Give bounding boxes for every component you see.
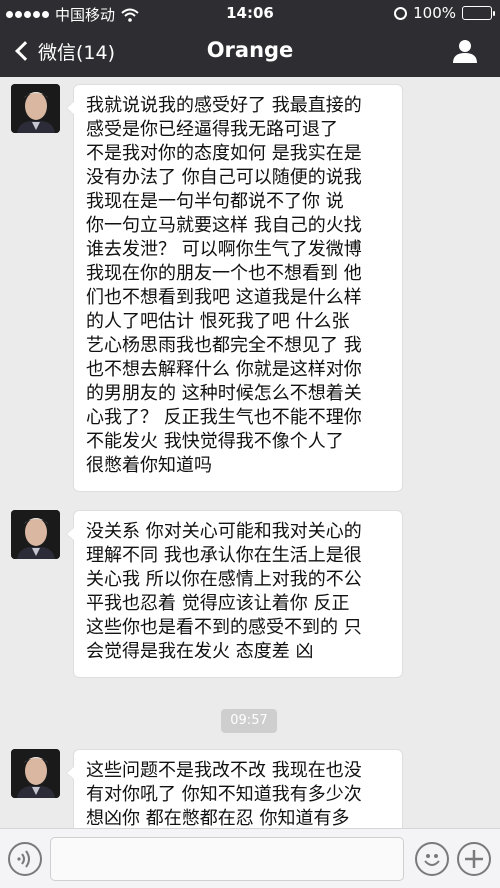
timestamp-chip: 09:57 [221,709,277,733]
message-line: 不能发火 我快觉得我不像个人了 [86,431,344,452]
message-line: 的人了吧估计 恨死我了吧 什么张 [86,311,350,332]
message-bubble[interactable]: 没关系 你对关心可能和我对关心的 理解不同 我也承认你在生活上是很 关心我 所以… [66,510,403,678]
message-line: 很憋着你知道吗 [86,455,212,476]
voice-icon [17,850,30,868]
rotation-lock-icon [394,6,408,20]
message-line: 没有办法了 你自己可以随便的说我 [86,167,362,188]
message-line: 这些问题不是我改不改 我现在也没 [86,760,362,781]
message-line: 艺心杨思雨我也都完全不想见了 我 [86,335,362,356]
battery-icon [462,6,495,20]
message-line: 我现在你的朋友一个也不想看到 他 [86,263,362,284]
avatar[interactable] [11,84,60,133]
input-bar [0,828,500,888]
message-line: 有对你吼了 你知不知道我有多少次 [86,784,362,805]
contact-info-icon[interactable] [452,38,478,64]
status-right: 100% [394,4,495,22]
more-button[interactable] [457,842,491,876]
message-line: 平我也忍着 觉得应该让着你 反正 [86,593,350,614]
message-line: 你一句立马就要这样 我自己的火找 [86,215,362,236]
message-bubble[interactable]: 这些问题不是我改不改 我现在也没 有对你吼了 你知不知道我有多少次 想凶你 都在… [66,749,403,828]
message-line: 谁去发泄？ 可以啊你生气了发微博 [86,239,362,260]
status-bar: 中国移动 14:06 100% [0,0,500,26]
battery-percent: 100% [413,4,456,22]
emoji-icon [424,854,440,866]
avatar[interactable] [11,510,60,559]
message-line: 我就说说我的感受好了 我最直接的 [86,95,362,116]
chat-area[interactable]: 我就说说我的感受好了 我最直接的 感受是你已经逼得我无路可退了 不是我对你的态度… [0,77,500,828]
message-bubble[interactable]: 我就说说我的感受好了 我最直接的 感受是你已经逼得我无路可退了 不是我对你的态度… [66,84,403,492]
message-line: 我现在是一句半句都说不了你 说 [86,191,344,212]
message-line: 没关系 你对关心可能和我对关心的 [86,521,362,542]
avatar[interactable] [11,749,60,798]
emoji-button[interactable] [415,842,449,876]
message-line: 想凶你 都在憋都在忍 你知道有多 [86,808,350,828]
nav-bar: 微信(14) Orange [0,26,500,77]
top-bar: 中国移动 14:06 100% 微信(14) Orange [0,0,500,77]
message-line: 会觉得是我在发火 态度差 凶 [86,641,314,662]
message-line: 不是我对你的态度如何 是我实在是 [86,143,362,164]
plus-icon [465,850,483,868]
message-line: 感受是你已经逼得我无路可退了 [86,119,338,140]
message-line: 心我了？ 反正我生气也不能不理你 [86,407,362,428]
message-line: 理解不同 我也承认你在生活上是很 [86,545,362,566]
message-line: 关心我 所以你在感情上对我的不公 [86,569,362,590]
message-line: 也不想去解释什么 你就是这样对你 [86,359,362,380]
message-line: 们也不想看到我吧 这道我是什么样 [86,287,362,308]
message-input[interactable] [50,837,404,881]
voice-button[interactable] [8,842,42,876]
message-line: 的男朋友的 这种时候怎么不想着关 [86,383,362,404]
message-line: 这些你也是看不到的感受不到的 只 [86,617,362,638]
chat-title: Orange [206,38,294,62]
